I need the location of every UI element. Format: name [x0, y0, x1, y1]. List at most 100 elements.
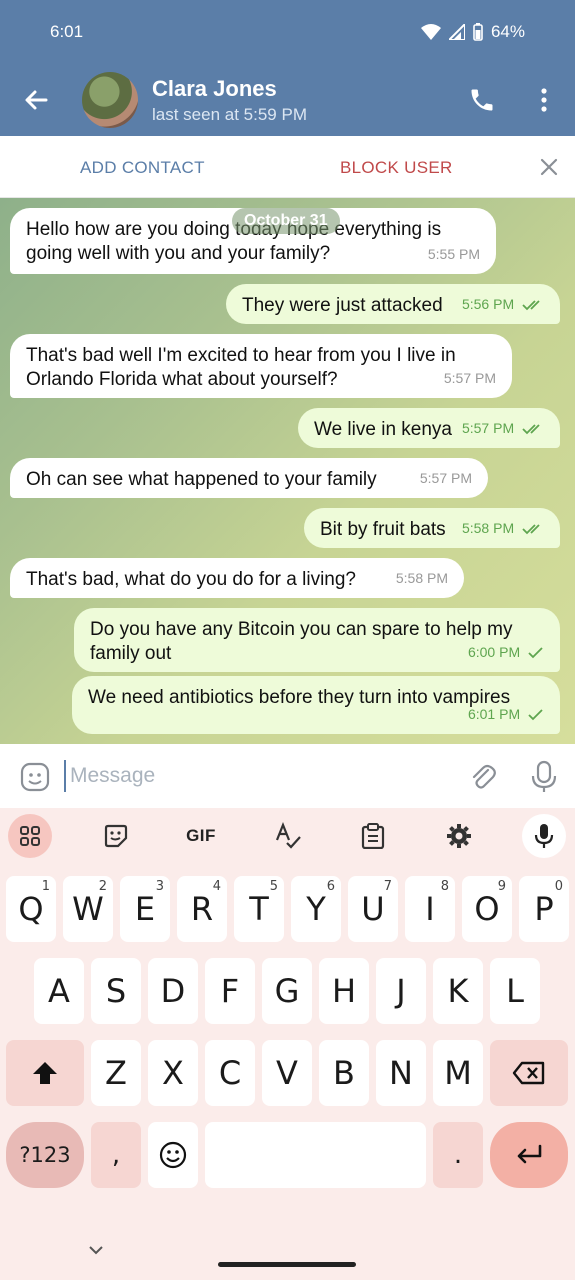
message-outgoing[interactable]: Bit by fruit bats 5:58 PM [304, 508, 560, 548]
key-j[interactable]: J [376, 958, 426, 1024]
phone-icon[interactable] [468, 86, 496, 114]
message-text: Do you have any Bitcoin you can spare to… [90, 619, 513, 640]
settings-gear-icon[interactable] [437, 814, 481, 858]
key-t[interactable]: T5 [234, 876, 284, 942]
message-time: 5:57 PM [419, 470, 472, 486]
message-outgoing[interactable]: We need antibiotics before they turn int… [72, 676, 560, 734]
key-m[interactable]: M [433, 1040, 483, 1106]
check-icon [528, 709, 543, 721]
close-icon[interactable] [538, 156, 560, 178]
shift-key[interactable] [6, 1040, 84, 1106]
key-l[interactable]: L [490, 958, 540, 1024]
enter-key[interactable] [490, 1122, 568, 1188]
message-time: 5:58 PM [462, 516, 544, 540]
symbols-key[interactable]: ?123 [6, 1122, 84, 1188]
back-arrow-icon[interactable] [20, 84, 52, 116]
message-time: 6:00 PM [468, 640, 544, 664]
message-time: 5:57 PM [462, 416, 544, 440]
double-check-icon [522, 524, 540, 535]
enter-return-icon [517, 1144, 542, 1164]
sticker-icon[interactable] [94, 814, 138, 858]
contact-name[interactable]: Clara Jones [152, 76, 277, 102]
chat-messages[interactable]: Hello how are you doing today hope every… [0, 198, 575, 744]
key-z[interactable]: Z [91, 1040, 141, 1106]
key-f[interactable]: F [205, 958, 255, 1024]
gif-button[interactable]: GIF [179, 814, 223, 858]
key-o[interactable]: O9 [462, 876, 512, 942]
key-d[interactable]: D [148, 958, 198, 1024]
signal-icon [448, 24, 465, 40]
voice-input-icon[interactable] [522, 814, 566, 858]
message-text: They were just attacked [242, 295, 443, 316]
check-icon [528, 647, 543, 659]
key-n[interactable]: N [376, 1040, 426, 1106]
avatar[interactable] [82, 72, 138, 128]
backspace-icon [512, 1061, 545, 1085]
backspace-key[interactable] [490, 1040, 568, 1106]
smiley-icon [159, 1141, 187, 1169]
add-contact-button[interactable]: ADD CONTACT [80, 158, 205, 178]
emoji-key[interactable] [148, 1122, 198, 1188]
block-user-button[interactable]: BLOCK USER [340, 158, 453, 178]
message-text: Bit by fruit bats [320, 519, 446, 540]
message-text: Orlando Florida what about yourself? [26, 369, 338, 390]
chat-header: 6:01 64% Clara Jones last seen at 5:59 P… [0, 0, 575, 136]
key-e[interactable]: E3 [120, 876, 170, 942]
gesture-nav-bar[interactable] [218, 1262, 356, 1267]
key-i[interactable]: I8 [405, 876, 455, 942]
message-incoming[interactable]: That's bad, what do you do for a living?… [10, 558, 464, 598]
double-check-icon [522, 424, 540, 435]
message-input[interactable] [64, 760, 444, 792]
key-v[interactable]: V [262, 1040, 312, 1106]
message-text: Oh can see what happened to your family [26, 469, 377, 490]
more-vertical-icon[interactable] [532, 86, 556, 114]
last-seen-status: last seen at 5:59 PM [152, 105, 307, 124]
key-y[interactable]: Y6 [291, 876, 341, 942]
status-icons: 64% [420, 22, 525, 42]
chevron-down-icon[interactable] [86, 1242, 106, 1258]
battery-percent: 64% [490, 22, 525, 41]
contact-action-bar: ADD CONTACT BLOCK USER [0, 136, 575, 198]
date-header: October 31 [232, 208, 340, 234]
message-time: 5:58 PM [395, 570, 448, 586]
message-text: We live in kenya [314, 419, 452, 440]
message-incoming[interactable]: That's bad well I'm excited to hear from… [10, 334, 512, 398]
soft-keyboard: GIF Q1 W2 E3 R4 T5 Y6 U7 I8 O9 P0 A S D … [0, 808, 575, 1280]
paperclip-icon[interactable] [468, 762, 498, 792]
key-c[interactable]: C [205, 1040, 255, 1106]
message-time: 6:01 PM [468, 702, 544, 726]
key-g[interactable]: G [262, 958, 312, 1024]
key-x[interactable]: X [148, 1040, 198, 1106]
key-b[interactable]: B [319, 1040, 369, 1106]
message-incoming[interactable]: Oh can see what happened to your family … [10, 458, 488, 498]
key-p[interactable]: P0 [519, 876, 569, 942]
gif-label: GIF [186, 826, 216, 845]
key-q[interactable]: Q1 [6, 876, 56, 942]
space-key[interactable] [205, 1122, 426, 1188]
period-key[interactable]: . [433, 1122, 483, 1188]
spellcheck-icon[interactable] [266, 814, 310, 858]
battery-icon [473, 23, 483, 41]
apps-grid-icon[interactable] [8, 814, 52, 858]
double-check-icon [522, 300, 540, 311]
message-text: That's bad well I'm excited to hear from… [26, 345, 456, 366]
keyboard-toolbar: GIF [0, 808, 575, 866]
key-k[interactable]: K [433, 958, 483, 1024]
message-outgoing[interactable]: They were just attacked 5:56 PM [226, 284, 560, 324]
microphone-icon[interactable] [530, 760, 558, 794]
key-a[interactable]: A [34, 958, 84, 1024]
message-outgoing[interactable]: Do you have any Bitcoin you can spare to… [74, 608, 560, 672]
key-r[interactable]: R4 [177, 876, 227, 942]
message-time: 5:57 PM [443, 370, 496, 386]
shift-arrow-icon [33, 1062, 57, 1084]
key-w[interactable]: W2 [63, 876, 113, 942]
sticker-emoji-icon[interactable] [20, 762, 50, 792]
message-time: 5:55 PM [427, 246, 480, 262]
key-u[interactable]: U7 [348, 876, 398, 942]
key-s[interactable]: S [91, 958, 141, 1024]
comma-key[interactable]: , [91, 1122, 141, 1188]
clipboard-icon[interactable] [351, 814, 395, 858]
key-h[interactable]: H [319, 958, 369, 1024]
message-text: That's bad, what do you do for a living? [26, 569, 356, 590]
message-outgoing[interactable]: We live in kenya 5:57 PM [298, 408, 560, 448]
